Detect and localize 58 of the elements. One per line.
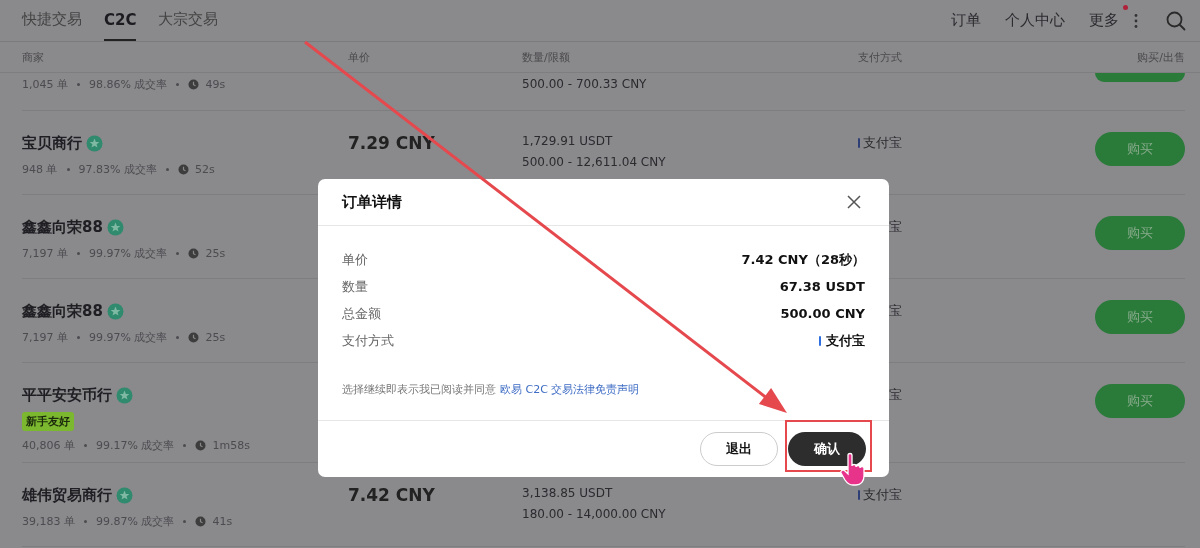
- payment-method: 宝: [889, 386, 902, 404]
- column-header: 商家: [22, 49, 45, 65]
- available-quantity: 3,138.85 USDT: [522, 485, 614, 502]
- clock-icon: [177, 163, 189, 175]
- response-time: 41s: [212, 514, 233, 528]
- response-time: 25s: [205, 246, 226, 260]
- payment-marker-icon: [858, 490, 860, 500]
- merchant-name[interactable]: 宝贝商行: [22, 133, 82, 153]
- detail-label: 支付方式: [342, 331, 394, 350]
- payment-method: 支付宝: [863, 134, 902, 152]
- order-limit: 180.00 - 14,000.00 CNY: [522, 506, 667, 523]
- dialog-title: 订单详情: [342, 192, 402, 212]
- detail-value: 7.42 CNY（28秒）: [741, 250, 865, 269]
- nav-link[interactable]: 订单: [951, 11, 981, 30]
- column-header: 支付方式: [858, 49, 903, 65]
- nav-tab[interactable]: 大宗交易: [158, 0, 219, 41]
- merchant-name[interactable]: 鑫鑫向荣88: [22, 217, 103, 237]
- payment-method: 宝: [889, 302, 902, 320]
- merchant-name[interactable]: 平平安安币行: [22, 385, 112, 405]
- response-time: 52s: [194, 162, 215, 176]
- search-icon[interactable]: [1166, 10, 1186, 31]
- payment-method: 支付宝: [863, 486, 902, 504]
- nav-tab[interactable]: 快捷交易: [22, 0, 82, 41]
- payment-method: 宝: [889, 218, 902, 236]
- disclaimer-link[interactable]: 欧易 C2C 交易法律免责声明: [500, 383, 640, 396]
- order-limit: 500.00 - 12,611.04 CNY: [522, 154, 667, 171]
- clock-icon: [188, 78, 200, 90]
- nav-link[interactable]: 更多: [1089, 11, 1119, 30]
- merchant-tag: 新手友好: [22, 412, 74, 431]
- response-time: 25s: [205, 330, 226, 344]
- clock-icon: [195, 439, 207, 451]
- agreement-notice: 选择继续即表示我已阅读并同意: [342, 383, 496, 396]
- available-quantity: 1,729.91 USDT: [522, 133, 614, 150]
- response-time: 49s: [205, 77, 226, 91]
- detail-value: 67.38 USDT: [779, 279, 865, 294]
- nav-link[interactable]: 个人中心: [1005, 11, 1065, 30]
- payment-marker-icon: [858, 138, 860, 148]
- detail-label: 总金额: [342, 304, 381, 323]
- close-icon[interactable]: [846, 194, 862, 210]
- detail-label: 单价: [342, 250, 368, 269]
- nav-tab[interactable]: C2C: [104, 0, 137, 41]
- payment-marker-icon: [819, 335, 821, 346]
- response-time: 1m58s: [212, 438, 250, 452]
- detail-value: 支付宝: [826, 331, 865, 350]
- order-limit: 500.00 - 700.33 CNY: [522, 76, 648, 92]
- clock-icon: [188, 331, 200, 343]
- detail-label: 数量: [342, 277, 368, 296]
- exit-button[interactable]: 退出: [700, 432, 778, 466]
- unit-price: 7.29 CNY: [348, 132, 436, 155]
- clock-icon: [188, 247, 200, 259]
- merchant-name[interactable]: 雄伟贸易商行: [22, 485, 112, 505]
- clock-icon: [195, 515, 207, 527]
- confirm-button[interactable]: 确认: [788, 432, 866, 466]
- merchant-name[interactable]: 鑫鑫向荣88: [22, 301, 103, 321]
- more-options-icon[interactable]: [1134, 12, 1138, 29]
- unit-price: 7.42 CNY: [348, 484, 436, 507]
- column-header: 单价: [348, 49, 371, 65]
- detail-value: 500.00 CNY: [780, 306, 865, 321]
